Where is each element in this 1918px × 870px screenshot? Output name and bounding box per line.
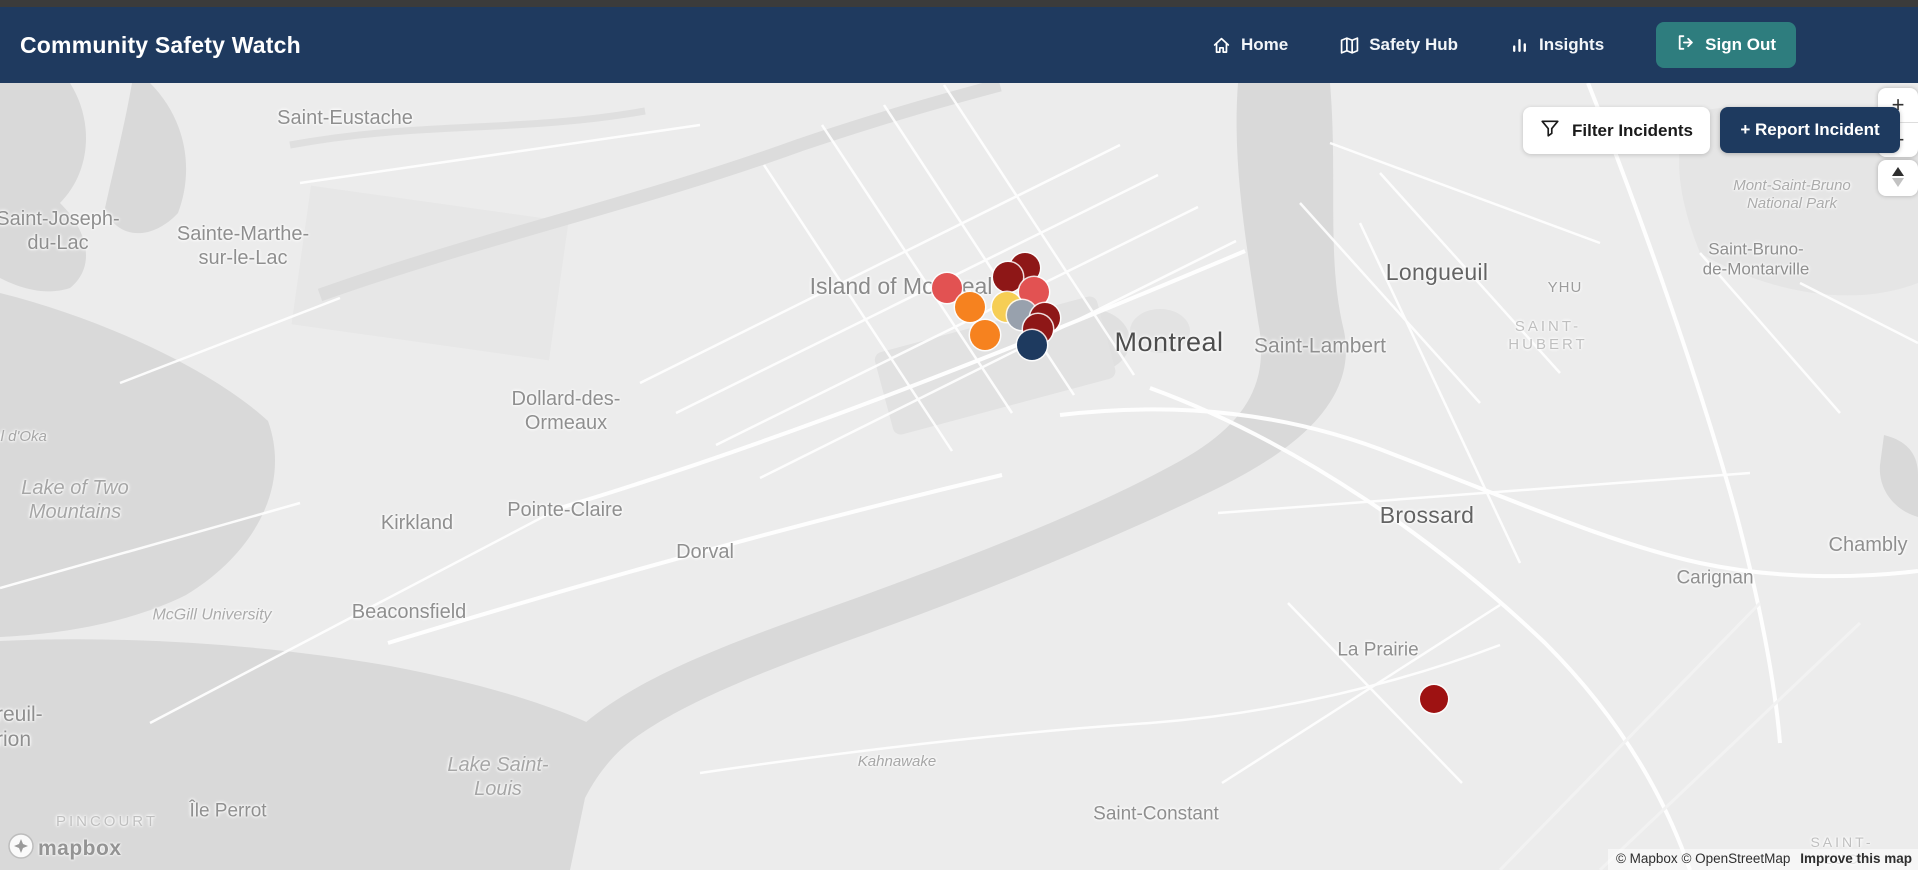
home-icon [1212,36,1231,55]
incident-marker[interactable] [970,320,1000,350]
mapbox-logo-icon [8,833,34,864]
sign-out-button[interactable]: Sign Out [1656,22,1796,68]
basemap-art [0,83,1918,870]
improve-map-link[interactable]: Improve this map [1800,851,1912,866]
attribution-osm-link[interactable]: © OpenStreetMap [1681,851,1790,866]
mapbox-wordmark: mapbox [38,836,122,860]
bar-chart-icon [1510,36,1529,55]
funnel-icon [1540,118,1560,143]
attribution-mapbox-link[interactable]: © Mapbox [1616,851,1678,866]
nav-label: Home [1240,35,1289,54]
incident-marker[interactable] [1017,330,1047,360]
window-chrome-strip [0,0,1918,7]
compass-control[interactable] [1878,160,1918,196]
nav-item-home[interactable]: Home [1212,35,1288,55]
nav-item-insights[interactable]: Insights [1510,35,1604,55]
compass-icon [1890,166,1906,190]
report-incident-button[interactable]: + Report Incident [1720,107,1900,153]
incident-marker[interactable] [955,292,985,322]
filter-incidents-button[interactable]: Filter Incidents [1523,107,1710,154]
nav-item-safety-hub[interactable]: Safety Hub [1340,35,1458,55]
app-header: Community Safety Watch Home Safety Hub I… [0,7,1918,83]
main-nav: Home Safety Hub Insights Sign Out [1212,22,1796,68]
mapbox-logo[interactable]: mapbox [8,833,122,864]
logout-icon [1676,33,1695,57]
app-title: Community Safety Watch [20,31,301,58]
sign-out-label: Sign Out [1705,35,1776,54]
nav-label: Insights [1539,35,1605,54]
filter-incidents-label: Filter Incidents [1572,120,1693,140]
map-canvas[interactable]: Saint-Eustache Saint-Joseph- du-Lac Sainte… [0,83,1918,870]
nav-label: Safety Hub [1369,35,1458,54]
incident-marker[interactable] [1420,685,1448,713]
map-attribution: © Mapbox © OpenStreetMap Improve this ma… [1607,849,1918,870]
map-icon [1340,36,1359,55]
